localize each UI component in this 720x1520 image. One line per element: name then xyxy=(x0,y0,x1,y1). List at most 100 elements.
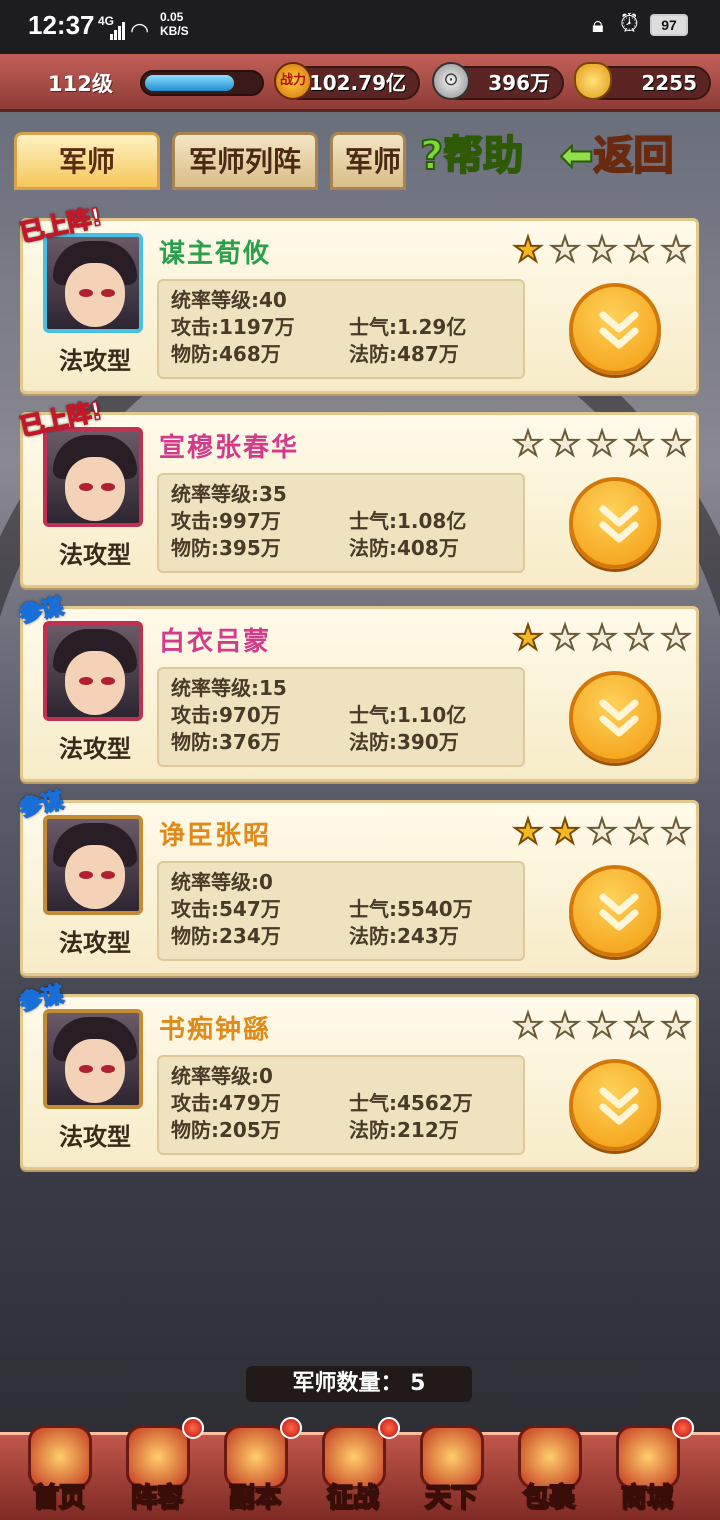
morale-stat: 士气:1.29亿 xyxy=(349,315,467,339)
advisor-type: 法攻型 xyxy=(59,929,131,957)
signal-icon xyxy=(110,22,126,40)
notification-dot xyxy=(182,1417,204,1439)
status-bar: 12:37 4G ◠ 0.05 KB/S 🔒︎ ⏰︎ 97 xyxy=(0,0,720,54)
advisor-card[interactable]: 已上阵! 法攻型 谋主荀攸 ★ ★ ★ ★ ★ 统率等级:40 攻击:1197万 士气:… xyxy=(17,202,699,394)
tab-advisor[interactable]: 军师 xyxy=(14,132,160,190)
advisor-card[interactable]: 已上阵! 法攻型 宣穆张春华 ★ ★ ★ ★ ★ 统率等级:35 攻击:997万 士气:… xyxy=(17,396,699,588)
star-icon: ★ xyxy=(512,1006,544,1046)
star-icon: ★ xyxy=(623,230,655,270)
notification-dot xyxy=(280,1417,302,1439)
star-icon: ★ xyxy=(586,424,618,464)
advisor-type: 法攻型 xyxy=(59,541,131,569)
star-icon: ★ xyxy=(512,424,544,464)
nav-label: 天下 xyxy=(424,1482,478,1514)
star-icon: ★ xyxy=(660,230,692,270)
clock: 12:37 xyxy=(28,10,95,40)
expand-button[interactable] xyxy=(569,1059,661,1151)
advisor-type: 法攻型 xyxy=(59,1123,131,1151)
star-icon: ★ xyxy=(586,1006,618,1046)
command-level: 统率等级:35 xyxy=(171,482,287,506)
expand-button[interactable] xyxy=(569,283,661,375)
advisor-portrait[interactable] xyxy=(43,1009,143,1109)
star-icon: ★ xyxy=(512,230,544,270)
attack-stat: 攻击:547万 xyxy=(171,897,281,921)
advisor-portrait[interactable] xyxy=(43,621,143,721)
bottom-nav: 首页 阵容 副本 征战 天下 包裹 商城 xyxy=(0,1417,720,1520)
star-icon: ★ xyxy=(512,812,544,852)
star-icon: ★ xyxy=(660,424,692,464)
advisor-name: 白衣吕蒙 xyxy=(159,627,272,657)
back-button[interactable]: ⬅返回 xyxy=(559,128,710,184)
advisor-portrait[interactable] xyxy=(43,233,143,333)
lock-icon: 🔒︎ xyxy=(592,12,604,37)
nav-item-4[interactable]: 天下 xyxy=(406,1421,496,1520)
nav-item-6[interactable]: 商城 xyxy=(602,1417,694,1520)
double-chevron-down-icon xyxy=(599,311,639,349)
star-icon: ★ xyxy=(549,230,581,270)
nav-label: 副本 xyxy=(228,1482,282,1514)
double-chevron-down-icon xyxy=(599,505,639,543)
help-button[interactable]: ?帮助 xyxy=(419,128,540,184)
star-icon: ★ xyxy=(623,1006,655,1046)
advisor-card[interactable]: 参谋 法攻型 白衣吕蒙 ★ ★ ★ ★ ★ 统率等级:15 攻击:970万 士气:1.1… xyxy=(17,594,699,782)
star-icon: ★ xyxy=(549,812,581,852)
advisor-name: 诤臣张昭 xyxy=(159,821,272,851)
star-icon: ★ xyxy=(623,618,655,658)
advisor-card[interactable]: 参谋 法攻型 书痴钟繇 ★ ★ ★ ★ ★ 统率等级:0 攻击:479万 士气:4562… xyxy=(17,982,699,1170)
star-icon: ★ xyxy=(660,618,692,658)
star-icon: ★ xyxy=(623,424,655,464)
power-icon: 战力 xyxy=(274,62,312,100)
star-icon: ★ xyxy=(660,812,692,852)
nav-item-1[interactable]: 阵容 xyxy=(112,1417,204,1520)
command-level: 统率等级:0 xyxy=(171,870,273,894)
silver-coin-icon: ⊙ xyxy=(432,62,470,100)
star-icon: ★ xyxy=(586,618,618,658)
advisor-name: 谋主荀攸 xyxy=(159,239,272,269)
advisor-name: 书痴钟繇 xyxy=(159,1015,272,1045)
nav-item-5[interactable]: 包裹 xyxy=(504,1421,594,1520)
advisor-portrait[interactable] xyxy=(43,815,143,915)
star-rating: ★ ★ ★ ★ ★ xyxy=(511,812,696,852)
star-icon: ★ xyxy=(623,812,655,852)
morale-stat: 士气:4562万 xyxy=(349,1091,473,1115)
advisor-count: 军师数量： 5 xyxy=(246,1366,472,1402)
command-level: 统率等级:15 xyxy=(171,676,287,700)
advisor-stats: 统率等级:35 攻击:997万 士气:1.08亿 物防:395万 法防:408万 xyxy=(157,473,525,573)
star-icon: ★ xyxy=(586,230,618,270)
notification-dot xyxy=(672,1417,694,1439)
nav-label: 首页 xyxy=(32,1482,86,1514)
tab-advisor-formation[interactable]: 军师列阵 xyxy=(172,132,318,190)
double-chevron-down-icon xyxy=(599,893,639,931)
wifi-icon: ◠ xyxy=(130,18,150,43)
advisor-card[interactable]: 参谋 法攻型 诤臣张昭 ★ ★ ★ ★ ★ 统率等级:0 攻击:547万 士气:5540… xyxy=(17,788,699,976)
star-icon: ★ xyxy=(549,1006,581,1046)
advisor-portrait[interactable] xyxy=(43,427,143,527)
advisor-stats: 统率等级:0 攻击:547万 士气:5540万 物防:234万 法防:243万 xyxy=(157,861,525,961)
tab-advisor-more[interactable]: 军师 xyxy=(330,132,406,190)
nav-label: 阵容 xyxy=(130,1482,184,1514)
expand-button[interactable] xyxy=(569,477,661,569)
nav-item-3[interactable]: 征战 xyxy=(308,1417,400,1520)
magic-defense-stat: 法防:212万 xyxy=(349,1118,459,1142)
expand-button[interactable] xyxy=(569,671,661,763)
double-chevron-down-icon xyxy=(599,699,639,737)
advisor-stats: 统率等级:40 攻击:1197万 士气:1.29亿 物防:468万 法防:487… xyxy=(157,279,525,379)
star-icon: ★ xyxy=(660,1006,692,1046)
star-icon: ★ xyxy=(512,618,544,658)
expand-button[interactable] xyxy=(569,865,661,957)
nav-item-0[interactable]: 首页 xyxy=(14,1421,104,1520)
magic-defense-stat: 法防:487万 xyxy=(349,342,459,366)
help-icon: ? xyxy=(419,132,444,180)
star-rating: ★ ★ ★ ★ ★ xyxy=(511,230,696,270)
alarm-icon: ⏰︎ xyxy=(620,10,639,37)
attack-stat: 攻击:1197万 xyxy=(171,315,295,339)
command-level: 统率等级:40 xyxy=(171,288,287,312)
nav-item-2[interactable]: 副本 xyxy=(210,1417,302,1520)
magic-defense-stat: 法防:390万 xyxy=(349,730,459,754)
double-chevron-down-icon xyxy=(599,1087,639,1125)
magic-defense-stat: 法防:243万 xyxy=(349,924,459,948)
morale-stat: 士气:1.10亿 xyxy=(349,703,467,727)
advisor-stats: 统率等级:0 攻击:479万 士气:4562万 物防:205万 法防:212万 xyxy=(157,1055,525,1155)
advisor-stats: 统率等级:15 攻击:970万 士气:1.10亿 物防:376万 法防:390万 xyxy=(157,667,525,767)
physical-defense-stat: 物防:205万 xyxy=(171,1118,281,1142)
